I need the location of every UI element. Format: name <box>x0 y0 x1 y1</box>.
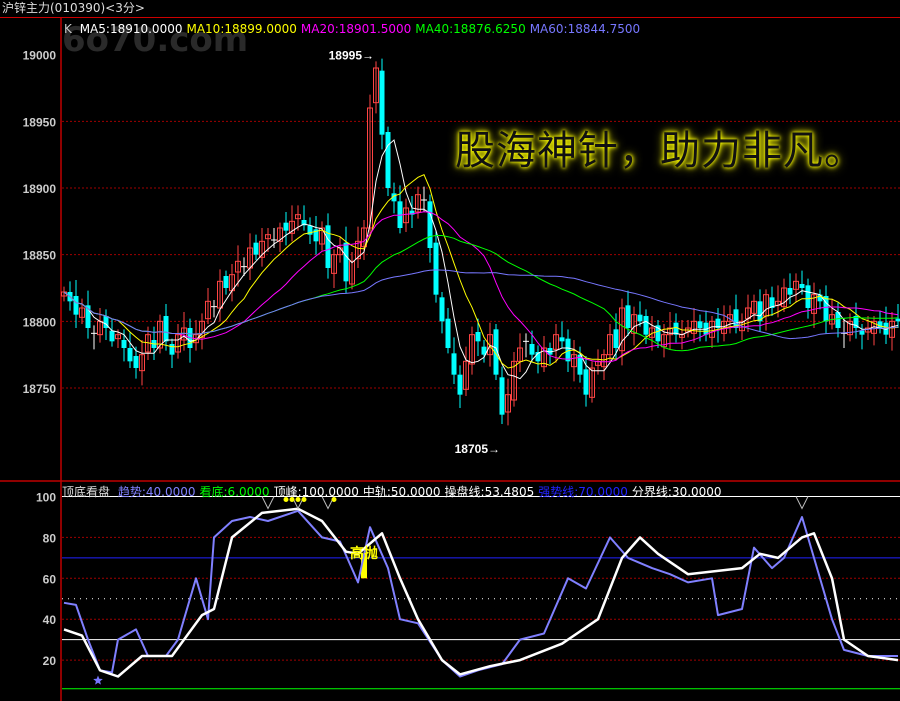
candle-down <box>583 369 589 395</box>
candle-down <box>637 314 643 322</box>
candle-down <box>127 348 133 362</box>
candle-down <box>451 353 457 375</box>
price-tick: 18900 <box>23 182 57 196</box>
indicator-legend: 顶底看盘 趋势:40.0000 看底:6.0000 顶峰:100.0000 中轨:50… <box>62 485 726 499</box>
candle-down <box>325 225 331 268</box>
candle-down <box>799 284 805 288</box>
candle-down <box>133 356 139 368</box>
indicator-param-0: 趋势:40.0000 <box>117 485 196 499</box>
ma-value-4: MA60:18844.7500 <box>529 22 641 36</box>
candle-down <box>253 242 259 255</box>
candle-down <box>499 377 505 415</box>
indicator-tick: 100 <box>36 491 56 505</box>
top-marker-icon <box>795 496 809 510</box>
candle-down <box>559 337 565 342</box>
candle-down <box>427 201 433 248</box>
indicator-tick: 80 <box>43 531 57 545</box>
candle-down <box>529 344 535 355</box>
indicator-tick: 40 <box>43 613 57 627</box>
price-tick: 18850 <box>23 249 57 263</box>
chart-canvas[interactable]: 19000 18950 18900 18850 18800 18750 18995→ 1870… <box>0 0 900 701</box>
low-price-label: 18705→ <box>455 442 500 456</box>
price-tick: 18950 <box>23 115 57 129</box>
candle-down <box>859 330 865 335</box>
ma-value-3: MA40:18876.6250 <box>415 22 526 36</box>
candle-down <box>283 222 289 231</box>
candle-down <box>379 70 385 135</box>
ma-legend: K MA5:18910.0000 MA10:18899.0000 MA20:1890… <box>64 22 644 36</box>
candle-down <box>787 288 793 295</box>
k-label: K <box>64 22 72 36</box>
candle-down <box>895 318 900 322</box>
candle-down <box>445 318 451 348</box>
indicator-param-3: 中轨:50.0000 <box>362 485 441 499</box>
indicator-name: 顶底看盘 <box>62 485 111 499</box>
candle-down <box>121 340 127 348</box>
operation-line <box>63 507 899 678</box>
indicator-param-2: 顶峰:100.0000 <box>273 485 359 499</box>
candle-down <box>343 242 349 282</box>
high-price-label: 18995→ <box>329 48 374 62</box>
price-tick: 18800 <box>23 315 57 329</box>
candle-down <box>697 321 703 328</box>
candle-down <box>457 374 463 395</box>
candle-down <box>475 332 481 342</box>
candle-down <box>73 296 79 315</box>
bottom-star-icon <box>93 675 103 685</box>
slogan-text: 股海神针，助力非凡。 <box>455 128 865 174</box>
indicator-param-4: 操盘线:53.4805 <box>444 485 535 499</box>
indicator-param-6: 分界线:30.0000 <box>631 485 722 499</box>
ma-value-1: MA10:18899.0000 <box>186 22 297 36</box>
candle-down <box>643 316 649 335</box>
candle-down <box>439 297 445 322</box>
candle-down <box>109 330 115 342</box>
price-tick: 19000 <box>23 49 57 63</box>
candle-down <box>169 344 175 355</box>
candle-down <box>625 305 631 328</box>
candle-down <box>433 242 439 295</box>
price-tick: 18750 <box>23 382 57 396</box>
candle-down <box>805 285 811 308</box>
ma-value-0: MA5:18910.0000 <box>79 22 183 36</box>
candle-down <box>385 132 391 188</box>
trend-line <box>63 509 898 678</box>
candles <box>61 58 900 426</box>
candle-down <box>163 316 169 342</box>
indicator-tick: 60 <box>43 572 57 586</box>
indicator-param-1: 看底:6.0000 <box>199 485 270 499</box>
indicator-tick: 20 <box>43 654 57 668</box>
candle-down <box>613 329 619 348</box>
indicator-param-5: 强势线:70.0000 <box>538 485 628 499</box>
ma-value-2: MA20:18901.5000 <box>300 22 412 36</box>
candle-down <box>223 276 229 288</box>
sell-signal-label: 高抛 <box>350 545 378 562</box>
